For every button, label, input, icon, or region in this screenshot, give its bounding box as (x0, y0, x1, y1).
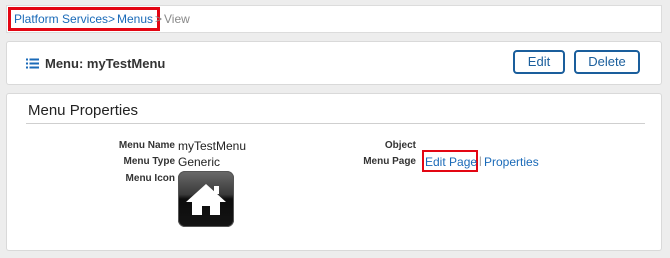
breadcrumb-separator: > (155, 12, 163, 26)
menu-name-label: Menu Name (118, 140, 175, 151)
page-title-group: Menu: myTestMenu (26, 55, 165, 71)
menu-icon-image (178, 171, 234, 227)
menu-icon-label: Menu Icon (125, 173, 175, 184)
menu-name-value: myTestMenu (178, 139, 247, 153)
breadcrumb-separator: > (108, 12, 116, 26)
list-icon (26, 58, 39, 68)
object-label: Object (384, 140, 416, 151)
properties-link[interactable]: Properties (484, 155, 539, 169)
breadcrumb-menus-link[interactable]: Menus (117, 12, 153, 26)
menu-type-label: Menu Type (123, 156, 175, 167)
breadcrumb: Platform Services > Menus > View (6, 5, 662, 33)
section-divider (26, 123, 645, 124)
delete-button[interactable]: Delete (574, 50, 640, 74)
section-title: Menu Properties (28, 102, 139, 119)
breadcrumb-platform-services-link[interactable]: Platform Services (14, 12, 108, 26)
edit-page-link[interactable]: Edit Page (425, 155, 477, 169)
link-separator: | (479, 156, 482, 167)
menu-type-value: Generic (178, 155, 221, 169)
edit-button[interactable]: Edit (513, 50, 565, 74)
menu-page-label: Menu Page (363, 156, 416, 167)
menu-properties-panel: Menu Properties Menu Name myTestMenu Men… (6, 93, 662, 251)
breadcrumb-current-view: View (164, 12, 190, 26)
home-icon (186, 184, 226, 215)
page-title: Menu: myTestMenu (45, 55, 166, 71)
menu-header-panel: Menu: myTestMenu Edit Delete (6, 41, 662, 85)
